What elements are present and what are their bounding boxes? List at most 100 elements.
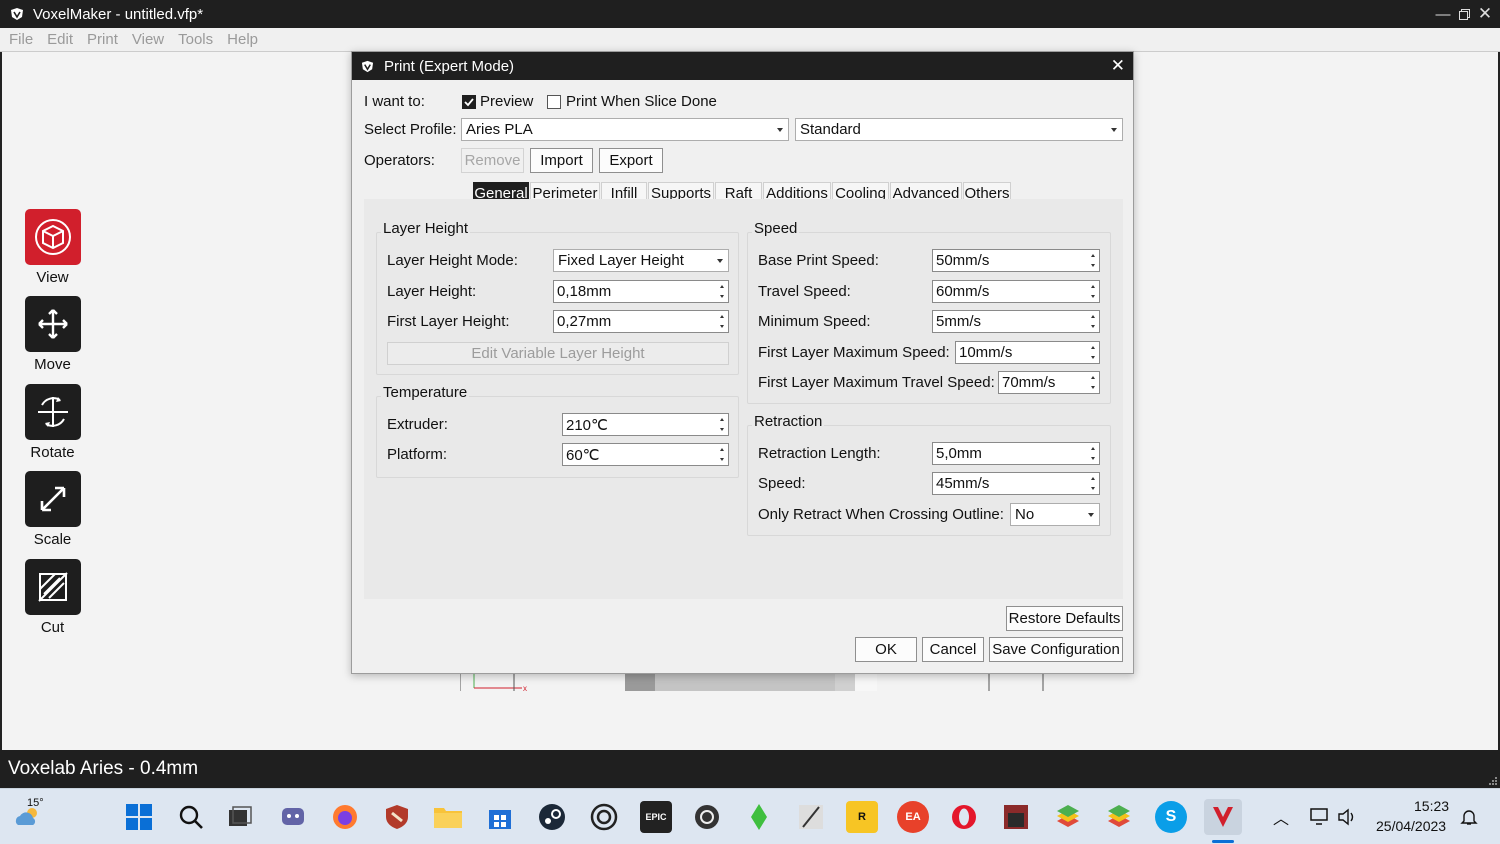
preview-checkbox[interactable]	[462, 95, 476, 109]
chat-icon[interactable]	[277, 801, 309, 833]
spin-up-icon[interactable]	[1091, 346, 1095, 349]
close-window-icon[interactable]: ✕	[1474, 0, 1496, 28]
ea-icon[interactable]: EA	[897, 801, 929, 833]
retraction-length-value: 5,0mm	[936, 445, 982, 462]
spin-up-icon[interactable]	[720, 285, 724, 288]
menu-view[interactable]: View	[132, 31, 164, 48]
ok-button[interactable]: OK	[855, 637, 917, 662]
spin-down-icon[interactable]	[720, 295, 724, 298]
edit-variable-layer-height-button[interactable]: Edit Variable Layer Height	[387, 342, 729, 365]
layer-height-spinbox[interactable]: 0,18mm	[553, 280, 729, 303]
move-tool-button[interactable]	[25, 296, 81, 352]
first-layer-max-speed-spinbox[interactable]: 10mm/s	[955, 341, 1100, 364]
layer-height-title: Layer Height	[381, 220, 471, 237]
search-icon[interactable]	[175, 801, 207, 833]
spin-up-icon[interactable]	[1091, 254, 1095, 257]
menu-tools[interactable]: Tools	[178, 31, 213, 48]
voxelmaker-icon[interactable]	[1204, 799, 1242, 835]
menu-file[interactable]: File	[9, 31, 33, 48]
spin-up-icon[interactable]	[1091, 447, 1095, 450]
game-icon-2[interactable]	[1000, 801, 1032, 833]
ubisoft-icon[interactable]	[588, 801, 620, 833]
network-icon[interactable]	[1310, 808, 1330, 826]
spin-up-icon[interactable]	[720, 315, 724, 318]
restore-defaults-button[interactable]: Restore Defaults	[1006, 606, 1123, 631]
menu-help[interactable]: Help	[227, 31, 258, 48]
retraction-length-spinbox[interactable]: 5,0mm	[932, 442, 1100, 465]
rockstar-icon[interactable]: R	[846, 801, 878, 833]
shield-app-icon[interactable]	[381, 801, 413, 833]
print-when-slice-done-checkbox[interactable]	[547, 95, 561, 109]
first-layer-max-travel-speed-spinbox[interactable]: 70mm/s	[998, 371, 1100, 394]
windows-start-icon[interactable]	[123, 801, 155, 833]
opera-icon[interactable]	[948, 801, 980, 833]
epic-games-icon[interactable]: EPIC	[640, 801, 672, 833]
preview-label[interactable]: Preview	[480, 93, 533, 110]
spin-up-icon[interactable]	[720, 448, 724, 451]
spin-down-icon[interactable]	[1091, 264, 1095, 267]
minimum-speed-spinbox[interactable]: 5mm/s	[932, 310, 1100, 333]
extruder-temp-spinbox[interactable]: 210℃	[562, 413, 729, 436]
sims-plumbob-icon[interactable]	[743, 801, 775, 833]
spin-down-icon[interactable]	[1091, 295, 1095, 298]
save-configuration-button[interactable]: Save Configuration	[989, 637, 1123, 662]
spin-down-icon[interactable]	[1091, 386, 1095, 389]
steam-icon[interactable]	[536, 801, 568, 833]
spin-down-icon[interactable]	[720, 428, 724, 431]
layer-height-mode-select[interactable]: Fixed Layer Height	[553, 249, 729, 272]
quality-select[interactable]: Standard	[795, 118, 1123, 141]
restore-icon[interactable]	[1453, 0, 1475, 28]
game-icon[interactable]	[795, 801, 827, 833]
spin-up-icon[interactable]	[1091, 477, 1095, 480]
clock-date[interactable]: 25/04/2023	[1376, 818, 1446, 834]
spin-up-icon[interactable]	[720, 418, 724, 421]
resize-grip-icon[interactable]	[1488, 776, 1498, 786]
platform-temp-spinbox[interactable]: 60℃	[562, 443, 729, 466]
cancel-button[interactable]: Cancel	[922, 637, 984, 662]
spin-down-icon[interactable]	[1091, 457, 1095, 460]
bluestacks-icon[interactable]	[1052, 801, 1084, 833]
import-button[interactable]: Import	[530, 148, 593, 173]
layer-height-value: 0,18mm	[557, 283, 612, 300]
spin-down-icon[interactable]	[1091, 487, 1095, 490]
travel-speed-spinbox[interactable]: 60mm/s	[932, 280, 1100, 303]
cut-tool-button[interactable]	[25, 559, 81, 615]
store-icon[interactable]	[484, 801, 516, 833]
clock-time[interactable]: 15:23	[1414, 798, 1449, 814]
spin-down-icon[interactable]	[720, 458, 724, 461]
profile-select[interactable]: Aries PLA	[461, 118, 789, 141]
menu-edit[interactable]: Edit	[47, 31, 73, 48]
spin-down-icon[interactable]	[1091, 356, 1095, 359]
spin-up-icon[interactable]	[1091, 376, 1095, 379]
view-tool-button[interactable]	[25, 209, 81, 265]
bluestacks-icon-2[interactable]	[1103, 801, 1135, 833]
volume-icon[interactable]	[1337, 808, 1357, 826]
remove-button[interactable]: Remove	[461, 148, 524, 173]
layer-height-mode-value: Fixed Layer Height	[558, 252, 684, 269]
rotate-tool-button[interactable]	[25, 384, 81, 440]
skype-icon[interactable]: S	[1155, 801, 1187, 833]
scale-tool-button[interactable]	[25, 471, 81, 527]
retraction-speed-spinbox[interactable]: 45mm/s	[932, 472, 1100, 495]
spin-up-icon[interactable]	[1091, 285, 1095, 288]
firefox-icon[interactable]	[329, 801, 361, 833]
spin-down-icon[interactable]	[720, 325, 724, 328]
minimize-icon[interactable]: —	[1432, 0, 1454, 28]
task-view-icon[interactable]	[224, 801, 256, 833]
notification-bell-icon[interactable]	[1460, 808, 1478, 826]
only-retract-select[interactable]: No	[1010, 503, 1100, 526]
app-icon[interactable]	[691, 801, 723, 833]
chevron-up-icon[interactable]: ︿	[1273, 805, 1289, 829]
print-when-slice-done-label[interactable]: Print When Slice Done	[566, 93, 717, 110]
general-tab-panel: Layer Height Layer Height Mode: Fixed La…	[364, 199, 1123, 599]
operators-label: Operators:	[364, 152, 435, 169]
export-button[interactable]: Export	[599, 148, 663, 173]
spin-down-icon[interactable]	[1091, 325, 1095, 328]
spin-up-icon[interactable]	[1091, 315, 1095, 318]
first-layer-height-spinbox[interactable]: 0,27mm	[553, 310, 729, 333]
menu-print[interactable]: Print	[87, 31, 118, 48]
folder-icon[interactable]	[432, 801, 464, 833]
close-dialog-icon[interactable]: ✕	[1111, 56, 1125, 76]
base-print-speed-spinbox[interactable]: 50mm/s	[932, 249, 1100, 272]
window-title: VoxelMaker - untitled.vfp*	[33, 5, 204, 23]
